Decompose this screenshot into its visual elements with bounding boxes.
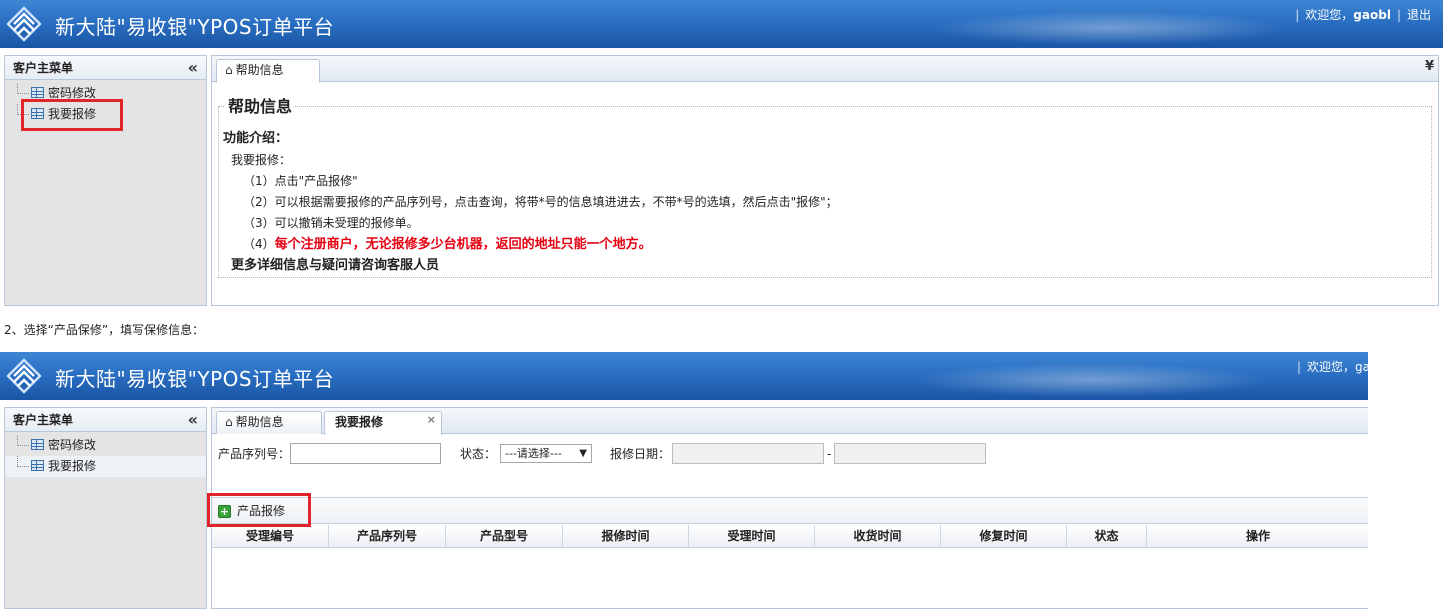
logout-link[interactable]: 退出 [1407, 8, 1431, 22]
warning-text: 每个注册商户，无论报修多少台机器，返回的地址只能一个地方。 [274, 237, 652, 252]
screenshot-repair-page: 新大陆"易收银"YPOS订单平台 | 欢迎您，ga 客户主菜单 « 密码修改 我要… [0, 352, 1368, 609]
app-title: 新大陆"易收银"YPOS订单平台 [55, 367, 335, 391]
column-header[interactable]: 受理时间 [689, 525, 815, 548]
separator: | [1396, 8, 1401, 22]
column-header[interactable]: 报修时间 [563, 525, 689, 548]
user-bar: | 欢迎您，ga [1291, 358, 1368, 375]
date-to-input[interactable] [834, 443, 986, 464]
help-fieldset: 帮助信息 功能介绍： 我要报修： （1）点击"产品报修" （2）可以根据需要报修… [218, 93, 1432, 278]
tab-repair[interactable]: 我要报修 × [324, 411, 442, 435]
add-repair-button[interactable]: + 产品报修 [218, 503, 285, 520]
serial-input[interactable] [290, 443, 441, 464]
tab-scroll-icon[interactable]: ¥ [1425, 59, 1434, 74]
tree-line-icon [17, 456, 29, 467]
tab-help[interactable]: ⌂ 帮助信息 [216, 59, 320, 83]
sidebar-menu: 密码修改 我要报修 [5, 80, 206, 125]
tree-line-icon [17, 435, 29, 446]
help-step: （3）可以撤销未受理的报修单。 [243, 216, 419, 230]
serial-label: 产品序列号： [218, 447, 291, 461]
column-header[interactable]: 产品序列号 [329, 525, 446, 548]
app-title: 新大陆"易收银"YPOS订单平台 [55, 15, 335, 39]
table-icon [31, 439, 44, 450]
column-header[interactable]: 操作 [1147, 525, 1368, 548]
help-heading: 功能介绍： [223, 131, 289, 146]
sidebar-title: 客户主菜单 [13, 61, 74, 75]
sidebar-item-label: 我要报修 [48, 459, 97, 473]
table-icon [31, 108, 44, 119]
collapse-sidebar-button[interactable]: « [188, 56, 198, 80]
date-from-input[interactable] [672, 443, 824, 464]
help-step: （1）点击"产品报修" [243, 174, 358, 188]
help-step-4: （4）每个注册商户，无论报修多少台机器，返回的地址只能一个地方。 [223, 234, 1427, 255]
sidebar-header: 客户主菜单 « [5, 408, 206, 432]
help-intro: 我要报修： [231, 153, 292, 167]
tree-line-icon [17, 83, 29, 94]
sidebar-item-change-password[interactable]: 密码修改 [5, 435, 206, 456]
column-header[interactable]: 收货时间 [815, 525, 941, 548]
sidebar-menu: 密码修改 我要报修 [5, 432, 206, 477]
help-step: （2）可以根据需要报修的产品序列号，点击查询，将带*号的信息填进进去，不带*号的… [243, 195, 838, 209]
status-label: 状态： [460, 447, 497, 461]
content-panel: ⌂ 帮助信息 我要报修 × 产品序列号： 状态： ---请选择--- ▼ 报修日期… [211, 407, 1368, 609]
separator: | [1296, 360, 1302, 374]
step-prefix: （4） [243, 237, 275, 251]
chevron-down-icon: ▼ [579, 448, 587, 459]
tab-label: 帮助信息 [235, 415, 284, 429]
collapse-sidebar-button[interactable]: « [188, 408, 198, 432]
tab-label: 我要报修 [335, 415, 384, 429]
sidebar: 客户主菜单 « 密码修改 我要报修 [4, 407, 207, 609]
status-selected-value: ---请选择--- [505, 447, 562, 460]
table-icon [31, 87, 44, 98]
screenshot-help-page: 新大陆"易收银"YPOS订单平台 | 欢迎您，gaobl | 退出 客户主菜单 « 密… [0, 0, 1443, 306]
welcome-text: 欢迎您，ga [1307, 360, 1368, 374]
sidebar-header: 客户主菜单 « [5, 56, 206, 80]
add-icon: + [218, 505, 231, 518]
content-panel: ⌂ 帮助信息 ¥ 帮助信息 功能介绍： 我要报修： （1）点击"产品报修" （2）… [211, 55, 1439, 306]
tab-strip: ⌂ 帮助信息 我要报修 × [212, 408, 1368, 435]
banner-swoosh-decoration [880, 360, 1300, 400]
column-header[interactable]: 受理编号 [212, 525, 329, 548]
close-icon[interactable]: × [427, 409, 436, 430]
status-select[interactable]: ---请选择--- ▼ [500, 444, 592, 463]
header-banner: 新大陆"易收银"YPOS订单平台 | 欢迎您，gaobl | 退出 [0, 0, 1443, 48]
step-caption: 2、选择“产品保修”，填写保修信息： [4, 323, 205, 337]
sidebar-item-repair[interactable]: 我要报修 [5, 456, 206, 477]
column-header[interactable]: 产品型号 [446, 525, 563, 548]
toolbar: + 产品报修 [212, 497, 1368, 524]
table-icon [31, 460, 44, 471]
home-icon: ⌂ [225, 63, 233, 77]
grid-header: 受理编号 产品序列号 产品型号 报修时间 受理时间 收货时间 修复时间 状态 操… [212, 525, 1368, 548]
sidebar-item-label: 密码修改 [48, 438, 97, 452]
sidebar-item-label: 我要报修 [48, 107, 97, 121]
home-icon: ⌂ [225, 415, 233, 429]
help-body: 功能介绍： 我要报修： （1）点击"产品报修" （2）可以根据需要报修的产品序列… [223, 127, 1427, 276]
sidebar: 客户主菜单 « 密码修改 我要报修 [4, 55, 207, 306]
logo-icon [6, 6, 42, 42]
tab-strip: ⌂ 帮助信息 ¥ [212, 56, 1438, 83]
help-legend: 帮助信息 [225, 93, 296, 117]
welcome-text: 欢迎您， [1305, 8, 1354, 22]
sidebar-title: 客户主菜单 [13, 413, 74, 427]
help-footer: 更多详细信息与疑问请咨询客服人员 [231, 258, 440, 273]
logo-icon [6, 358, 42, 394]
date-label: 报修日期： [610, 447, 671, 461]
sidebar-item-change-password[interactable]: 密码修改 [5, 83, 206, 104]
tab-label: 帮助信息 [235, 63, 284, 77]
tab-help[interactable]: ⌂ 帮助信息 [216, 411, 322, 434]
banner-swoosh-decoration [900, 8, 1320, 48]
separator: | [1295, 8, 1300, 22]
sidebar-item-repair[interactable]: 我要报修 [5, 104, 206, 125]
tree-line-icon [17, 104, 29, 115]
header-banner: 新大陆"易收银"YPOS订单平台 | 欢迎您，ga [0, 352, 1368, 400]
user-bar: | 欢迎您，gaobl | 退出 [1289, 6, 1431, 23]
column-header[interactable]: 修复时间 [941, 525, 1067, 548]
add-repair-label: 产品报修 [237, 504, 286, 518]
sidebar-item-label: 密码修改 [48, 86, 97, 100]
username: gaobl [1353, 8, 1391, 22]
date-range-separator: - [827, 447, 832, 461]
column-header[interactable]: 状态 [1067, 525, 1147, 548]
